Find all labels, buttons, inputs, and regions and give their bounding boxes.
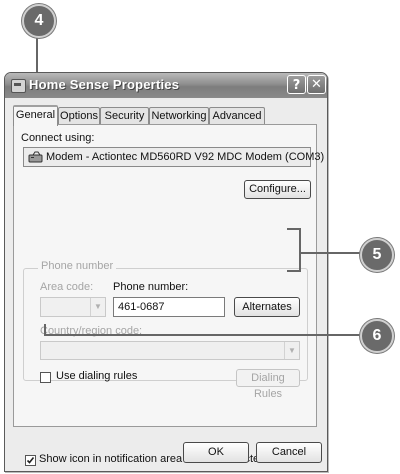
- title-bar: Home Sense Properties ? ✕: [5, 73, 327, 98]
- phone-number-value: 461-0687: [118, 301, 165, 313]
- phone-number-group-title: Phone number: [38, 260, 117, 272]
- callout-5-bracket-bottom: [287, 270, 301, 272]
- area-code-label: Area code:: [40, 281, 94, 293]
- tab-options[interactable]: Options: [58, 107, 100, 124]
- dialog-title: Home Sense Properties: [29, 77, 180, 92]
- modem-device-field: Modem - Actiontec MD560RD V92 MDC Modem …: [23, 147, 324, 167]
- tab-networking[interactable]: Networking: [149, 107, 209, 124]
- tab-general[interactable]: General: [13, 105, 58, 126]
- callout-6: 6: [360, 319, 394, 353]
- close-icon: ✕: [311, 77, 322, 92]
- country-region-combo[interactable]: ▼: [40, 341, 300, 360]
- callout-6-leader-horizontal: [44, 334, 364, 336]
- callout-5-leader: [301, 252, 361, 254]
- configure-button[interactable]: Configure...: [244, 180, 311, 199]
- properties-dialog: Home Sense Properties ? ✕ General Option…: [4, 72, 328, 472]
- phone-number-input[interactable]: 461-0687: [113, 297, 225, 317]
- modem-icon: [28, 151, 43, 163]
- cancel-button[interactable]: Cancel: [256, 442, 322, 463]
- dialup-connection-icon: [11, 79, 26, 93]
- dialing-rules-button[interactable]: Dialing Rules: [236, 369, 300, 400]
- tab-security[interactable]: Security: [100, 107, 149, 124]
- general-tab-panel: Connect using: Modem - Actiontec MD560RD…: [13, 124, 324, 466]
- ok-button[interactable]: OK: [183, 442, 249, 463]
- callout-5-bracket-side: [299, 228, 301, 272]
- chevron-down-icon: ▼: [284, 342, 299, 359]
- callout-6-leader-vertical: [44, 324, 46, 336]
- checkmark-icon: [26, 457, 35, 464]
- chevron-down-icon: ▼: [90, 298, 105, 316]
- use-dialing-rules-checkbox[interactable]: [40, 372, 51, 383]
- close-button[interactable]: ✕: [307, 75, 326, 94]
- help-button[interactable]: ?: [287, 75, 306, 94]
- use-dialing-rules-label: Use dialing rules: [56, 370, 138, 382]
- connect-using-label: Connect using:: [21, 132, 95, 144]
- modem-name: Modem - Actiontec MD560RD V92 MDC Modem …: [46, 151, 325, 163]
- callout-4: 4: [22, 4, 56, 38]
- callout-5: 5: [360, 238, 394, 272]
- show-icon-checkbox[interactable]: [25, 455, 36, 466]
- alternates-button[interactable]: Alternates: [234, 297, 300, 317]
- area-code-combo[interactable]: ▼: [40, 297, 106, 317]
- phone-number-label: Phone number:: [113, 281, 189, 293]
- tab-advanced[interactable]: Advanced: [209, 107, 265, 124]
